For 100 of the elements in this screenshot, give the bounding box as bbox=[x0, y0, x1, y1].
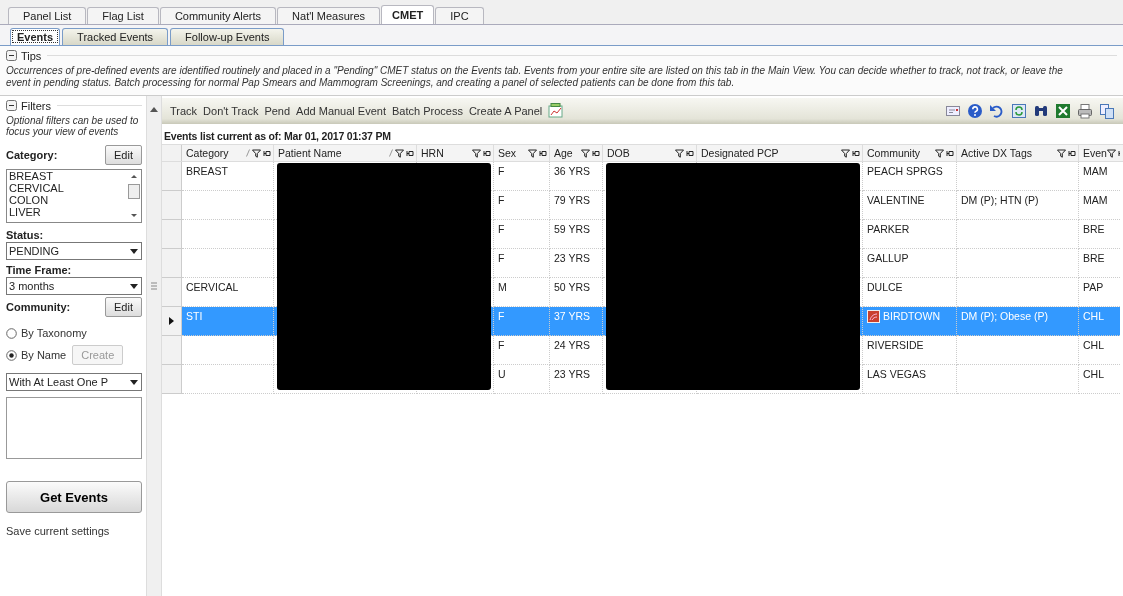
edit-button[interactable]: Edit bbox=[105, 297, 142, 317]
table-cell: BIRDTOWN bbox=[863, 307, 957, 336]
column-header[interactable]: DOB bbox=[603, 145, 697, 161]
list-item[interactable]: BREAST bbox=[9, 170, 127, 182]
filters-hint: Optional filters can be used to focus your view of events bbox=[6, 115, 140, 137]
table-cell: CERVICAL bbox=[182, 278, 274, 307]
toolbar-button[interactable]: Pend bbox=[264, 105, 291, 117]
table-cell: VALENTINE bbox=[863, 191, 957, 220]
radio-label[interactable]: By Taxonomy bbox=[21, 327, 87, 339]
filter-icon[interactable] bbox=[935, 148, 944, 158]
filter-icon[interactable] bbox=[395, 148, 404, 158]
radio-checked-icon[interactable] bbox=[6, 349, 17, 361]
toolbar-button[interactable]: Create A Panel bbox=[468, 105, 543, 117]
table-cell: CHL bbox=[1079, 307, 1120, 336]
list-item[interactable]: COLON bbox=[9, 194, 127, 206]
list-box[interactable] bbox=[6, 397, 142, 459]
column-header[interactable]: Even bbox=[1079, 145, 1120, 161]
collapse-icon[interactable] bbox=[6, 50, 17, 61]
table-cell: M bbox=[494, 278, 550, 307]
column-header[interactable]: Age bbox=[550, 145, 603, 161]
help-icon[interactable] bbox=[967, 103, 983, 119]
get-events-button[interactable]: Get Events bbox=[6, 481, 142, 513]
column-header[interactable]: HRN bbox=[417, 145, 494, 161]
filter-icon[interactable] bbox=[675, 148, 684, 158]
field-label: Time Frame: bbox=[6, 264, 73, 276]
dropdown[interactable]: 3 months bbox=[6, 277, 142, 295]
current-row-icon bbox=[169, 317, 174, 325]
filter-icon[interactable] bbox=[528, 148, 537, 158]
field-label: Community: bbox=[6, 301, 71, 313]
printer-icon[interactable] bbox=[1077, 103, 1093, 119]
table-cell: 37 YRS bbox=[550, 307, 603, 336]
tab[interactable]: Community Alerts bbox=[159, 7, 277, 24]
table-cell: GALLUP bbox=[863, 249, 957, 278]
table-cell: PEACH SPRGS bbox=[863, 162, 957, 191]
table-cell: F bbox=[494, 220, 550, 249]
save-settings-text: Save current settings bbox=[6, 525, 111, 537]
section-title: Tips bbox=[21, 49, 42, 62]
column-header[interactable]: Community bbox=[863, 145, 957, 161]
filter-icon[interactable] bbox=[841, 148, 850, 158]
category-list[interactable]: BREAST CERVICAL COLON LIVER bbox=[6, 169, 142, 223]
table-cell: 59 YRS bbox=[550, 220, 603, 249]
table-cell: 23 YRS bbox=[550, 365, 603, 394]
column-header[interactable]: Sex bbox=[494, 145, 550, 161]
table-cell: PARKER bbox=[863, 220, 957, 249]
radio-label[interactable]: By Name bbox=[21, 349, 67, 361]
table-cell: RIVERSIDE bbox=[863, 336, 957, 365]
table-cell: STI bbox=[182, 307, 274, 336]
filter-icon[interactable] bbox=[1106, 148, 1116, 158]
filter-icon[interactable] bbox=[472, 148, 481, 158]
filter-icon[interactable] bbox=[252, 148, 261, 158]
tab[interactable]: IPC bbox=[435, 7, 484, 24]
table-cell: F bbox=[494, 336, 550, 365]
table-cell: LAS VEGAS bbox=[863, 365, 957, 394]
table-cell: 50 YRS bbox=[550, 278, 603, 307]
toolbar-button[interactable]: Batch Process bbox=[392, 105, 463, 117]
splitter-grip-icon bbox=[151, 282, 157, 290]
undo-icon[interactable] bbox=[989, 103, 1005, 119]
table-cell: 36 YRS bbox=[550, 162, 603, 191]
field-label: Category: bbox=[6, 149, 58, 161]
list-caption: Events list current as of: Mar 01, 2017 01:37 PM bbox=[163, 129, 392, 144]
tab[interactable]: Events bbox=[10, 28, 61, 45]
tips-text: Occurrences of pre-defined events are identified routinely and placed in a "Pending" CMET status on the Events tab. Events from your entire site are listed on this tab in the Main View. You can decide whether to track, not track, or leave the event in pending status. Batch processing for normal Pap Smears and Mammogram Screenings, and creating a panel of selected patients can be done from this tab. bbox=[6, 65, 1064, 89]
collapse-icon[interactable] bbox=[6, 100, 17, 111]
filter-icon[interactable] bbox=[581, 148, 590, 158]
edit-button[interactable]: Edit bbox=[105, 145, 142, 165]
field-label: Status: bbox=[6, 229, 45, 241]
toolbar-button[interactable]: Don't Track bbox=[203, 105, 259, 117]
table-cell: F bbox=[494, 307, 550, 336]
filter-icon[interactable] bbox=[1057, 148, 1066, 158]
dropdown[interactable]: With At Least One P bbox=[6, 373, 142, 391]
table-cell: 24 YRS bbox=[550, 336, 603, 365]
column-header[interactable]: Active DX Tags bbox=[957, 145, 1079, 161]
dropdown[interactable]: PENDING bbox=[6, 242, 142, 260]
tab[interactable]: Follow-up Events bbox=[170, 28, 285, 45]
table-cell: DULCE bbox=[863, 278, 957, 307]
copy-icon[interactable] bbox=[1099, 103, 1115, 119]
list-item[interactable]: LIVER bbox=[9, 206, 127, 218]
radio-icon[interactable] bbox=[6, 327, 17, 339]
row-header[interactable] bbox=[162, 307, 182, 336]
table-cell: F bbox=[494, 162, 550, 191]
tab[interactable]: CMET bbox=[381, 5, 435, 24]
chart-icon[interactable] bbox=[548, 103, 565, 119]
list-item[interactable]: CERVICAL bbox=[9, 182, 127, 194]
table-cell: BREAST bbox=[182, 162, 274, 191]
card-icon[interactable] bbox=[945, 103, 961, 119]
toolbar-button[interactable]: Track bbox=[170, 105, 198, 117]
column-header[interactable]: Category bbox=[182, 145, 274, 161]
tab[interactable]: Flag List bbox=[87, 7, 159, 24]
tab[interactable]: Tracked Events bbox=[62, 28, 169, 45]
section-title: Filters bbox=[21, 99, 51, 112]
toolbar-button[interactable]: Add Manual Event bbox=[296, 105, 386, 117]
tab[interactable]: Nat'l Measures bbox=[277, 7, 381, 24]
table-cell: 23 YRS bbox=[550, 249, 603, 278]
table-cell: F bbox=[494, 249, 550, 278]
table-cell: F bbox=[494, 191, 550, 220]
tab[interactable]: Panel List bbox=[8, 7, 87, 24]
column-header[interactable]: Patient Name bbox=[274, 145, 417, 161]
spreadsheet-icon[interactable] bbox=[1055, 103, 1071, 119]
column-header[interactable]: Designated PCP bbox=[697, 145, 863, 161]
refresh-icon[interactable] bbox=[1011, 103, 1027, 119]
